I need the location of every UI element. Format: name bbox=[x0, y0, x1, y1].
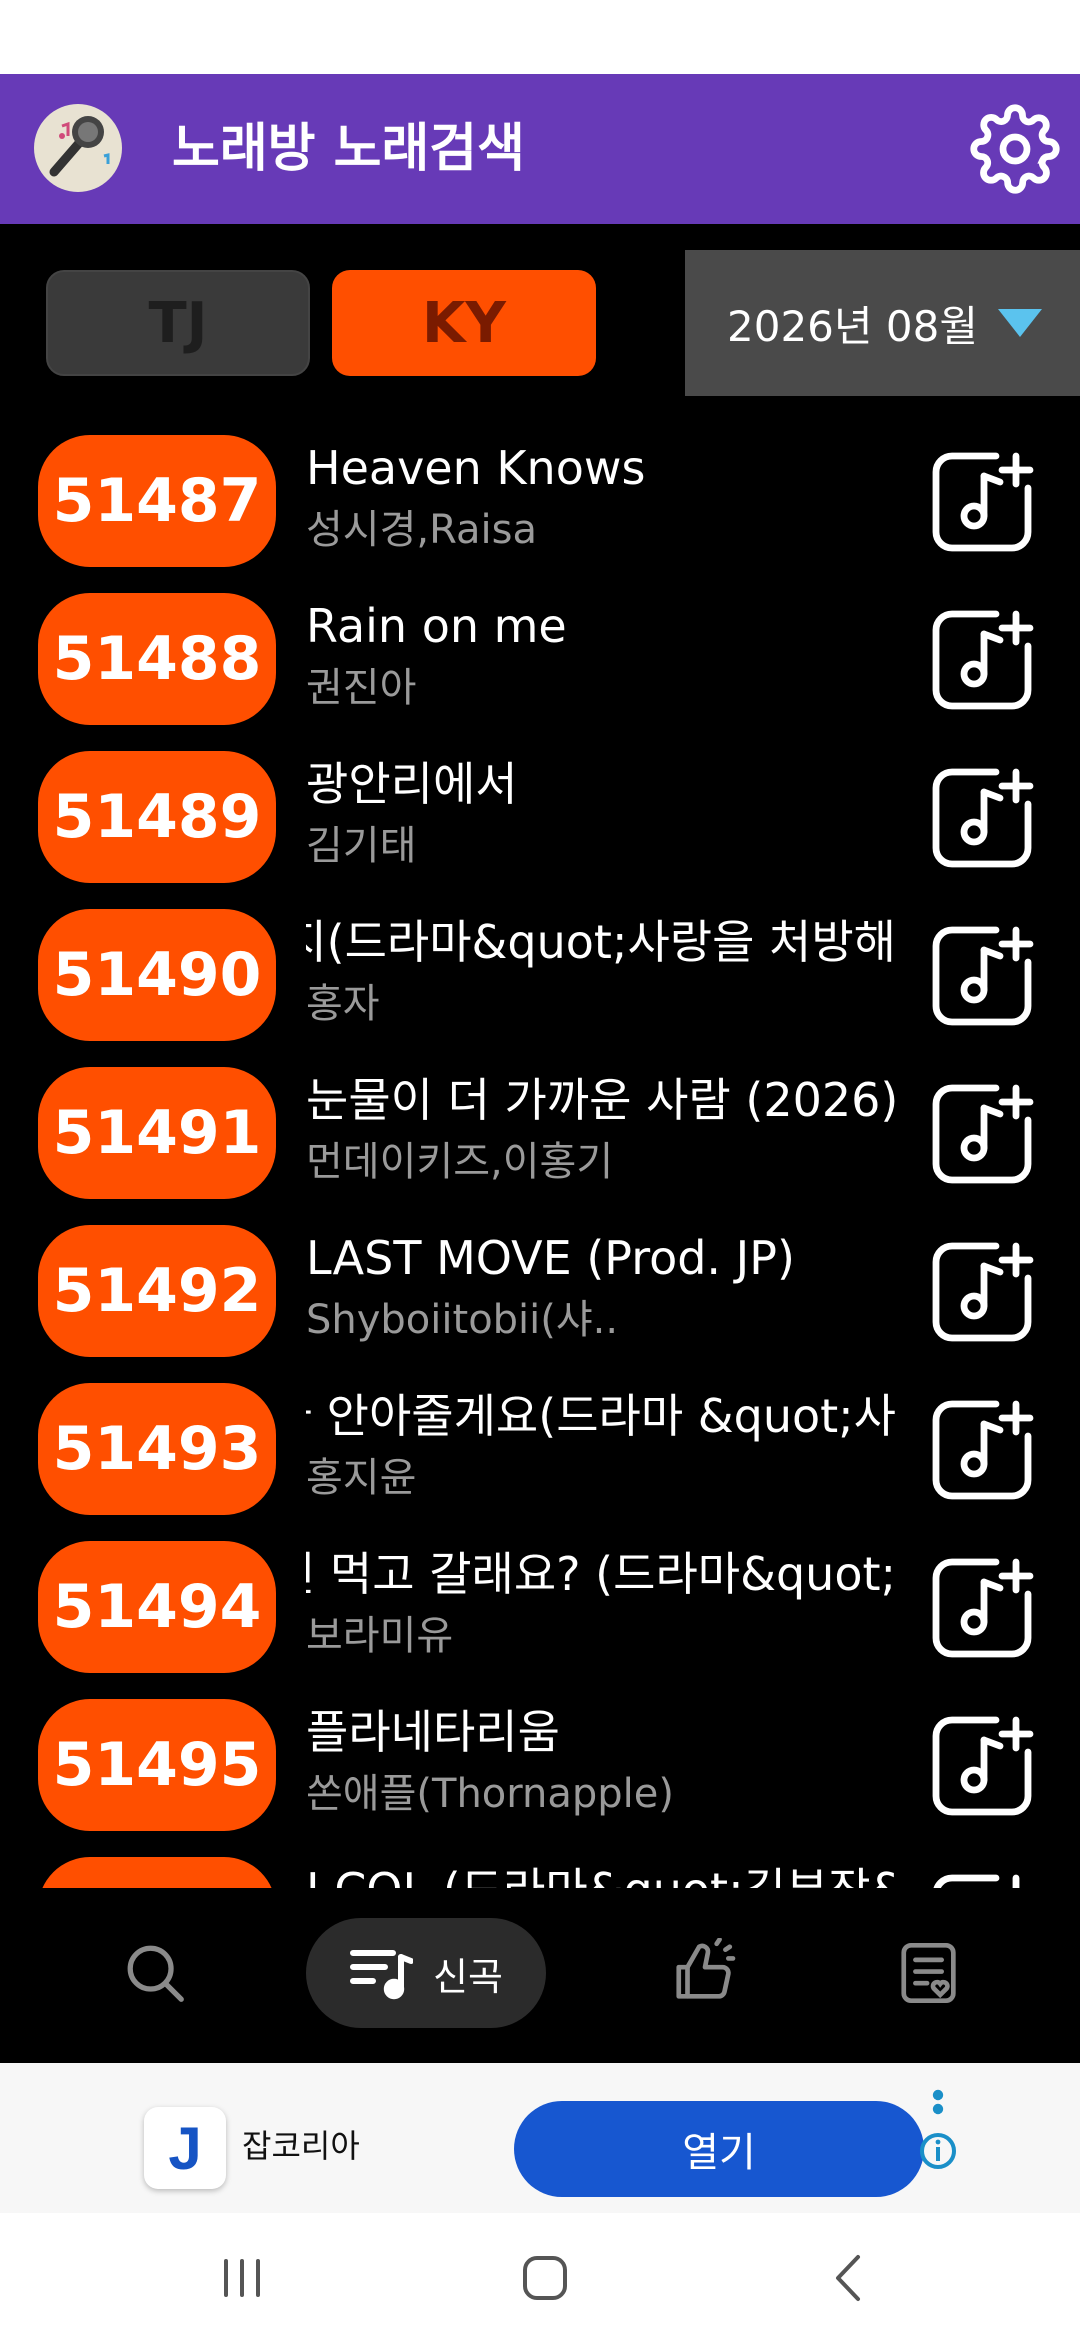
ad-open-button[interactable]: 열기 bbox=[514, 2101, 924, 2197]
favorite-list-icon bbox=[901, 1942, 956, 2004]
song-title: 광안리에서 bbox=[306, 757, 518, 811]
nav-popular[interactable] bbox=[660, 1918, 750, 2028]
song-artist: 홍자 bbox=[306, 981, 380, 1027]
music-add-icon[interactable] bbox=[928, 1870, 1036, 1888]
song-row[interactable]: 51493 나 안아줄게요(드라마 &quot;사 홍지윤 bbox=[0, 1366, 1080, 1524]
song-row[interactable]: 51492 LAST MOVE (Prod. JP) Shyboiitobii(… bbox=[0, 1208, 1080, 1366]
song-number: 51492 bbox=[38, 1225, 276, 1357]
nav-favorites[interactable] bbox=[885, 1918, 975, 2028]
nav-new-songs[interactable]: 신곡 bbox=[306, 1918, 546, 2028]
song-artist: 권진아 bbox=[306, 665, 417, 711]
song-title: 나 안아줄게요(드라마 &quot;사 bbox=[306, 1388, 896, 1444]
music-add-icon[interactable] bbox=[928, 448, 1036, 556]
song-row[interactable]: 51495 플라네타리움 쏜애플(Thornapple) bbox=[0, 1682, 1080, 1840]
nav-search[interactable] bbox=[110, 1918, 200, 2028]
month-select-value: 2026년 08월 bbox=[727, 301, 978, 351]
song-title: 플라네타리움 bbox=[306, 1705, 560, 1759]
nav-new-label: 신곡 bbox=[433, 1954, 503, 1999]
music-add-icon[interactable] bbox=[928, 1396, 1036, 1504]
song-row[interactable]: 51489 광안리에서 김기태 bbox=[0, 734, 1080, 892]
song-artist: 먼데이키즈,이홍기 bbox=[306, 1139, 614, 1185]
ad-name: 잡코리아 bbox=[242, 2127, 360, 2165]
song-title: Heaven Knows bbox=[306, 441, 646, 495]
song-title: Rain on me bbox=[306, 599, 567, 653]
thumbs-up-icon bbox=[676, 1938, 736, 1999]
song-artist: 성시경,Raisa bbox=[306, 507, 538, 553]
song-number: 51495 bbox=[38, 1699, 276, 1831]
song-artist: 보라미유 bbox=[306, 1613, 454, 1659]
song-row[interactable]: 51487 Heaven Knows 성시경,Raisa bbox=[0, 418, 1080, 576]
song-title-text: 신지(드라마&quot;사랑을 처방해 bbox=[306, 915, 896, 969]
song-number: 51488 bbox=[38, 593, 276, 725]
song-row[interactable]: 51491 눈물이 더 가까운 사람 (2026) 먼데이키즈,이홍기 bbox=[0, 1050, 1080, 1208]
ad-logo: J bbox=[144, 2107, 226, 2189]
gear-icon[interactable] bbox=[970, 104, 1060, 194]
system-nav-bar bbox=[0, 2213, 1080, 2340]
search-icon bbox=[127, 1945, 184, 2002]
song-row[interactable]: 51496 I COL (드라마&quot;김부장&q bbox=[0, 1840, 1080, 1888]
music-add-icon[interactable] bbox=[928, 1712, 1036, 1820]
status-bar bbox=[0, 0, 1080, 74]
song-number: 51491 bbox=[38, 1067, 276, 1199]
song-title-text: 나 안아줄게요(드라마 &quot;사 bbox=[306, 1389, 896, 1443]
song-list[interactable]: 51487 Heaven Knows 성시경,Raisa 51488 Rain … bbox=[0, 418, 1080, 1888]
song-title: I COL (드라마&quot;김부장&q bbox=[306, 1862, 896, 1888]
karaoke-mic-logo-icon bbox=[34, 104, 122, 192]
song-artist: 쏜애플(Thornapple) bbox=[306, 1771, 674, 1817]
music-list-icon bbox=[350, 1950, 414, 2000]
song-number: 51490 bbox=[38, 909, 276, 1041]
dropdown-arrow-icon bbox=[997, 309, 1042, 337]
song-title-text: 면 먹고 갈래요? (드라마&quot; bbox=[306, 1547, 896, 1601]
song-row[interactable]: 51488 Rain on me 권진아 bbox=[0, 576, 1080, 734]
song-title: LAST MOVE (Prod. JP) bbox=[306, 1231, 795, 1285]
ad-banner[interactable]: J 잡코리아 열기 bbox=[0, 2063, 1080, 2213]
song-number: 51487 bbox=[38, 435, 276, 567]
song-number: 51494 bbox=[38, 1541, 276, 1673]
music-add-icon[interactable] bbox=[928, 1554, 1036, 1662]
tab-ky[interactable]: KY bbox=[332, 270, 596, 376]
music-add-icon[interactable] bbox=[928, 606, 1036, 714]
song-number: 51493 bbox=[38, 1383, 276, 1515]
song-artist: 홍지윤 bbox=[306, 1455, 417, 1501]
music-add-icon[interactable] bbox=[928, 764, 1036, 872]
song-title: 눈물이 더 가까운 사람 (2026) bbox=[306, 1073, 896, 1127]
app-bar: 노래방 노래검색 bbox=[0, 74, 1080, 224]
song-row[interactable]: 51490 신지(드라마&quot;사랑을 처방해 홍자 bbox=[0, 892, 1080, 1050]
song-row[interactable]: 51494 면 먹고 갈래요? (드라마&quot; 보라미유 bbox=[0, 1524, 1080, 1682]
month-select[interactable]: 2026년 08월 bbox=[685, 250, 1080, 396]
bottom-nav: 신곡 bbox=[0, 1888, 1080, 2063]
music-add-icon[interactable] bbox=[928, 922, 1036, 1030]
song-artist: 김기태 bbox=[306, 823, 417, 869]
tab-tj[interactable]: TJ bbox=[46, 270, 310, 376]
recent-apps-icon[interactable] bbox=[212, 2251, 272, 2305]
music-add-icon[interactable] bbox=[928, 1080, 1036, 1188]
ad-info-icon[interactable] bbox=[918, 2087, 958, 2177]
app-title: 노래방 노래검색 bbox=[172, 119, 525, 179]
song-artist: Shyboiitobii(샤.. bbox=[306, 1297, 619, 1343]
back-icon[interactable] bbox=[818, 2251, 878, 2305]
song-number: 51496 bbox=[38, 1857, 276, 1888]
music-add-icon[interactable] bbox=[928, 1238, 1036, 1346]
song-title: 면 먹고 갈래요? (드라마&quot; bbox=[306, 1546, 896, 1602]
song-title: 신지(드라마&quot;사랑을 처방해 bbox=[306, 914, 896, 970]
home-icon[interactable] bbox=[515, 2251, 575, 2305]
song-number: 51489 bbox=[38, 751, 276, 883]
